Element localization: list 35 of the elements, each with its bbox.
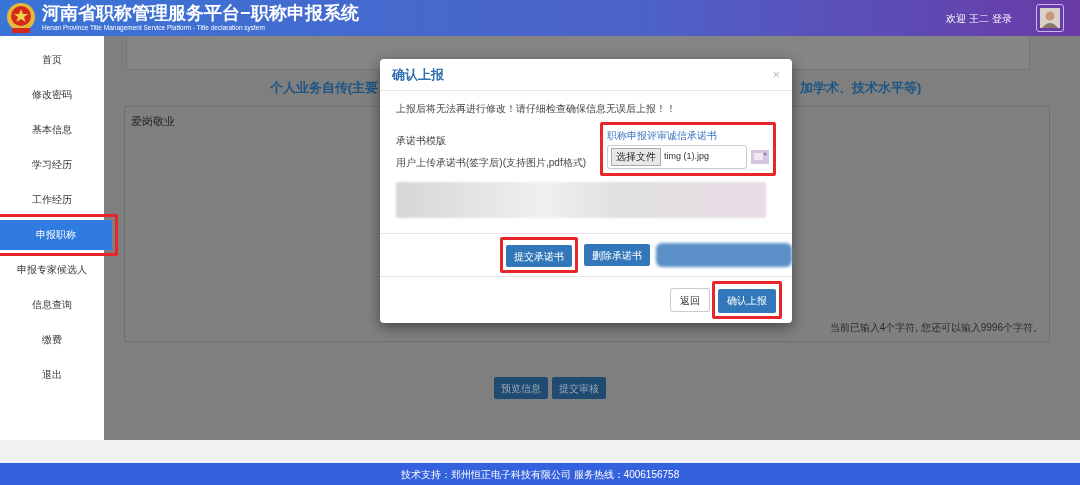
action-button[interactable]: 提交审核 [552,377,606,399]
section-heading: 个人业务自传(主要 [269,79,378,98]
character-count: 当前已输入4个字符, 您还可以输入9996个字符。 [829,321,1043,335]
sidebar-item[interactable]: 首页 [0,43,104,76]
user-avatar-icon [1040,8,1060,28]
sidebar-item[interactable]: 退出 [0,358,104,391]
dialog-title: 确认上报 [392,65,444,84]
emblem-icon [6,2,36,34]
sidebar-item[interactable]: 工作经历 [0,183,104,216]
sidebar-item[interactable]: 修改密码 [0,78,104,111]
sidebar-item[interactable]: 基本信息 [0,113,104,146]
dialog-button[interactable]: 确认上报 [718,288,776,313]
platform-title: 河南省职称管理服务平台−职称申报系统 [42,4,359,23]
action-button[interactable]: 预览信息 [494,377,548,399]
sidebar-item[interactable]: 学习经历 [0,148,104,181]
file-name: timg (1).jpg [664,150,709,164]
template-link[interactable]: 职称申报评审诚信承诺书 [607,129,769,143]
file-input[interactable]: 选择文件 timg (1).jpg [607,145,747,169]
sidebar-item[interactable]: 申报专家候选人 [0,253,104,286]
sidebar-item[interactable]: 缴费 [0,323,104,356]
choose-file-button[interactable]: 选择文件 [611,148,661,166]
form-label: 承诺书模版 [396,134,447,148]
section-heading: 加学术、技术水平等) [800,79,922,98]
sidebar-item[interactable]: 信息查询 [0,288,104,321]
warning-text: 上报后将无法再进行修改！请仔细检查确保信息无误后上报！！ [396,102,677,116]
action-button[interactable]: 删除承诺书 [584,244,650,266]
dialog-button[interactable]: 返回 [670,288,710,312]
image-thumbnail-icon [751,150,769,164]
text-area-value: 爱岗敬业 [131,114,176,129]
action-button[interactable]: 提交承诺书 [506,245,572,268]
welcome-text: 欢迎 王二 登录 [946,11,1012,26]
form-label: 用户上传承诺书(签字后)(支持图片,pdf格式) [396,156,587,170]
sidebar-item[interactable]: 申报职称 [0,219,112,250]
avatar[interactable] [1036,4,1064,32]
footer-text: 技术支持：郑州恒正电子科技有限公司 服务热线：4006156758 [400,467,680,482]
